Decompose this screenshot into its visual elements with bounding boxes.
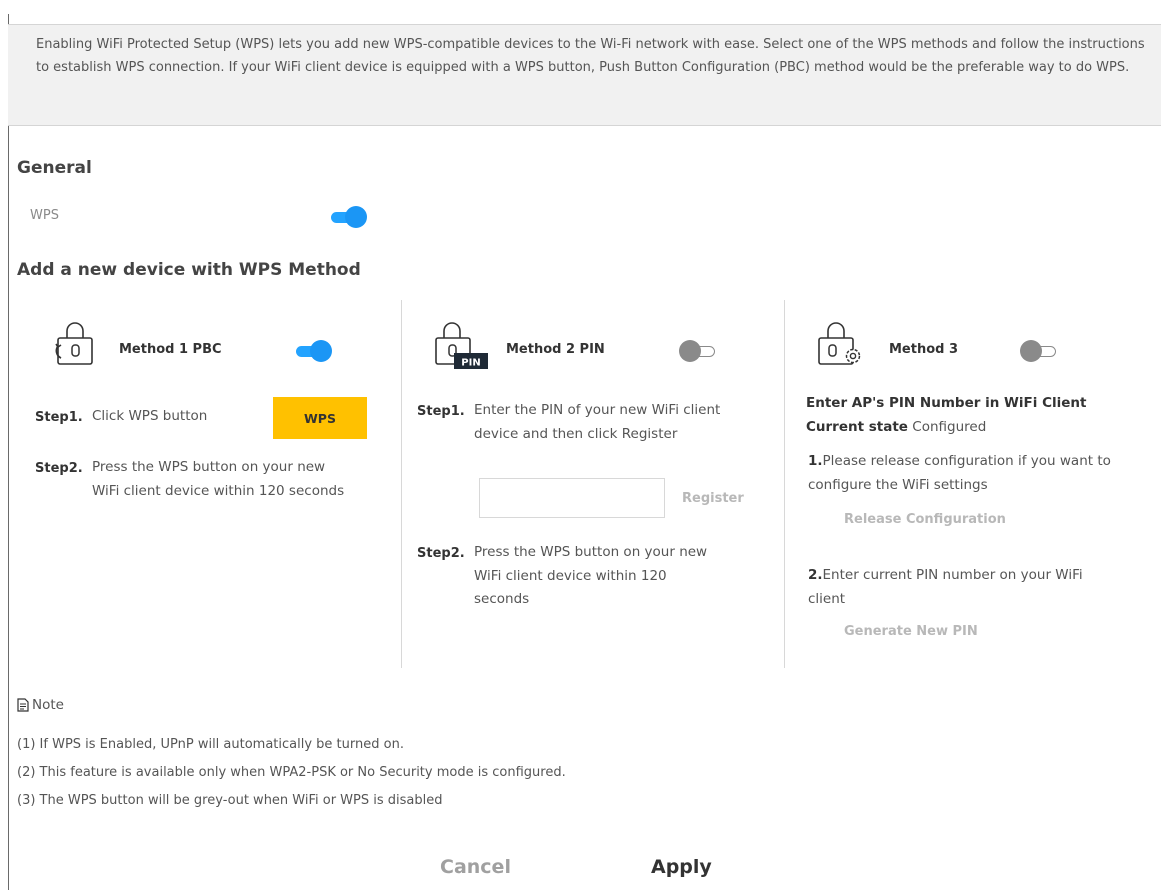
method2-step2-label: Step2. [417,546,465,561]
current-state-value: Configured [912,418,987,435]
toggle-knob [1020,340,1042,362]
add-device-section-title: Add a new device with WPS Method [17,260,361,280]
note-document-icon [17,698,29,712]
method3-title: Method 3 [889,342,959,357]
note-line-3: (3) The WPS button will be grey-out when… [17,793,443,808]
wps-push-button[interactable]: WPS [273,397,367,439]
method1-step1-text: Click WPS button [92,408,208,424]
method1-toggle[interactable] [290,340,332,362]
item1-number: 1. [808,453,823,469]
current-state-line: Current state Configured [806,416,1146,440]
release-configuration-button[interactable]: Release Configuration [844,512,1006,527]
method1-step1-label: Step1. [35,410,83,425]
cancel-button[interactable]: Cancel [440,856,530,890]
note-line-1: (1) If WPS is Enabled, UPnP will automat… [17,737,404,752]
current-state-label: Current state [806,418,908,435]
pbc-lock-icon [55,322,93,365]
method2-step1-text: Enter the PIN of your new WiFi client de… [474,402,721,442]
register-button[interactable]: Register [682,491,744,506]
method3-toggle[interactable] [1018,340,1060,362]
item2-number: 2. [808,567,823,583]
method3-info: Enter AP's PIN Number in WiFi Client Cur… [806,392,1146,439]
column-divider [401,300,402,668]
generate-new-pin-button[interactable]: Generate New PIN [844,624,978,639]
wps-intro-text: Enabling WiFi Protected Setup (WPS) lets… [8,24,1161,126]
item1-text: Please release configuration if you want… [808,453,1111,493]
note-line-2: (2) This feature is available only when … [17,765,566,780]
wps-label: WPS [30,208,59,223]
column-divider [784,300,785,668]
cancel-label: Cancel [440,856,511,878]
item2-text: Enter current PIN number on your WiFi cl… [808,567,1083,607]
method1-step2-text: Press the WPS button on your new WiFi cl… [92,456,352,503]
ap-pin-lock-gear-icon [818,322,861,365]
method1-title: Method 1 PBC [119,342,222,357]
method3-item1: 1.Please release configuration if you wa… [808,450,1128,497]
apply-button[interactable]: Apply [651,856,734,890]
apply-label: Apply [651,856,712,878]
note-heading: Note [17,697,64,713]
method1-step2-content: Press the WPS button on your new WiFi cl… [92,459,345,499]
method2-toggle[interactable] [677,340,719,362]
method1-step2-label: Step2. [35,461,83,476]
method2-step1-label: Step1. [417,404,465,419]
toggle-knob [345,206,367,228]
pin-badge-text: PIN [461,358,480,369]
toggle-knob [679,340,701,362]
pin-lock-icon: PIN [435,322,488,369]
method3-heading: Enter AP's PIN Number in WiFi Client [806,395,1087,411]
cancel-underline [444,886,530,890]
method2-title: Method 2 PIN [506,342,605,357]
note-title: Note [32,697,64,713]
general-section-title: General [17,158,92,178]
wps-toggle[interactable] [325,206,367,228]
pin-input[interactable] [479,478,665,518]
clipped-figure-caption [0,0,1165,14]
method2-step2-text: Press the WPS button on your new WiFi cl… [474,544,708,607]
toggle-knob [310,340,332,362]
method3-item2: 2.Enter current PIN number on your WiFi … [808,564,1118,611]
